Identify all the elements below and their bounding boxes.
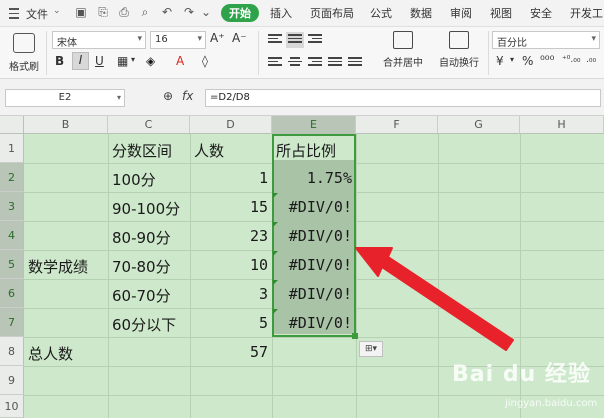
watermark-logo: Bai du 经验 bbox=[452, 362, 591, 387]
watermark-url: jingyan.baidu.com bbox=[505, 398, 598, 409]
